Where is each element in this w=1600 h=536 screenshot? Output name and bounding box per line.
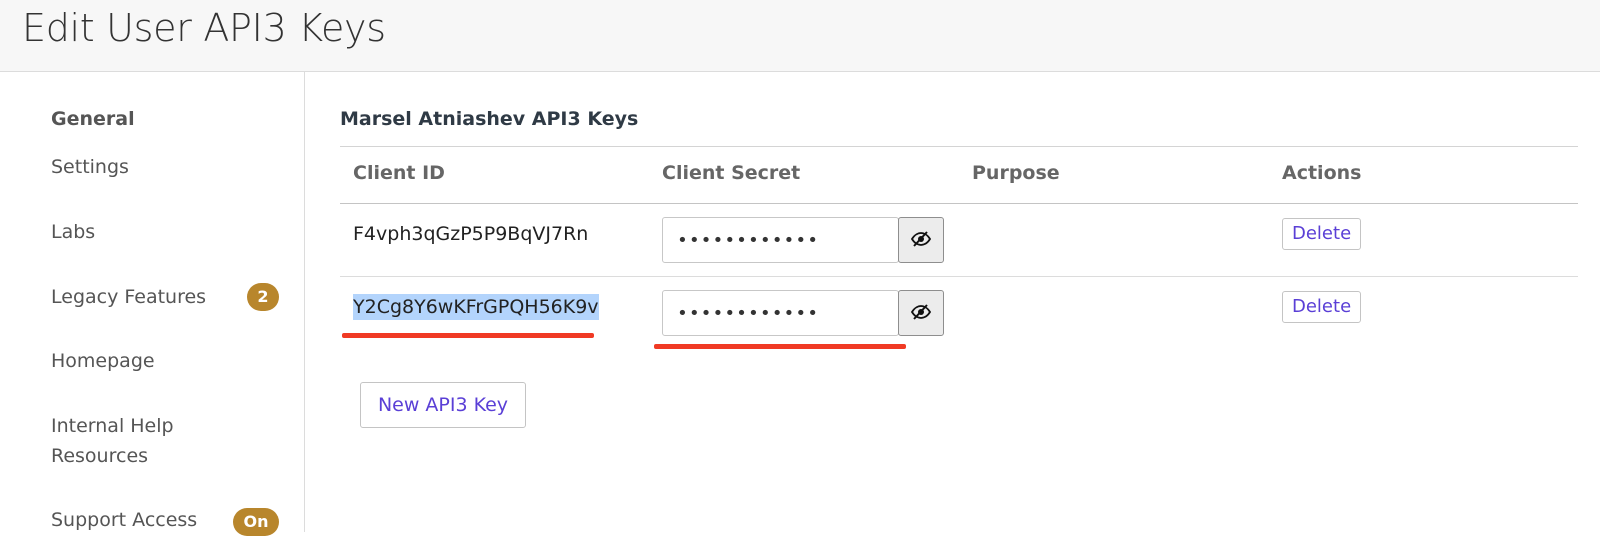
reveal-secret-button[interactable] (898, 290, 944, 336)
sidebar-item-labs[interactable]: Labs (51, 217, 291, 247)
sidebar-item-homepage[interactable]: Homepage (51, 346, 291, 376)
client-secret-field (662, 217, 944, 265)
sidebar-item-internal-help-resources[interactable]: Internal Help Resources (51, 411, 201, 471)
api-keys-table: Client ID Client Secret Purpose Actions … (340, 146, 1578, 350)
section-title: Marsel Atniashev API3 Keys (340, 108, 639, 130)
eye-slash-icon (910, 230, 932, 250)
column-header-client-secret: Client Secret (662, 162, 801, 184)
sidebar-item-label: Support Access (51, 509, 198, 531)
eye-slash-icon (910, 303, 932, 323)
sidebar-item-support-access[interactable]: Support Access On (51, 505, 291, 536)
table-row: F4vph3qGzP5P9BqVJ7Rn Delete (340, 204, 1578, 277)
client-secret-input[interactable] (662, 217, 899, 263)
count-badge: 2 (247, 283, 279, 311)
page-header: Edit User API3 Keys (0, 0, 1600, 72)
column-header-actions: Actions (1282, 162, 1362, 184)
sidebar-item-label: Internal Help Resources (51, 415, 174, 467)
column-header-client-id: Client ID (353, 162, 445, 184)
client-secret-input[interactable] (662, 290, 899, 336)
column-header-purpose: Purpose (972, 162, 1060, 184)
client-id-value[interactable]: Y2Cg8Y6wKFrGPQH56K9v (353, 294, 599, 320)
page-title: Edit User API3 Keys (22, 6, 386, 50)
sidebar-heading-general: General (51, 108, 135, 130)
client-id-value[interactable]: F4vph3qGzP5P9BqVJ7Rn (353, 221, 588, 247)
delete-button[interactable]: Delete (1282, 291, 1362, 323)
delete-button[interactable]: Delete (1282, 218, 1362, 250)
annotation-underline (654, 344, 906, 349)
sidebar: General Settings Labs Legacy Features 2 … (0, 72, 305, 536)
new-api3-key-button[interactable]: New API3 Key (360, 382, 526, 428)
sidebar-item-label: Settings (51, 156, 129, 178)
sidebar-item-label: Labs (51, 221, 96, 243)
reveal-secret-button[interactable] (898, 217, 944, 263)
sidebar-item-settings[interactable]: Settings (51, 152, 291, 182)
table-header-row: Client ID Client Secret Purpose Actions (340, 146, 1578, 204)
sidebar-item-label: Homepage (51, 350, 155, 372)
annotation-underline (342, 333, 594, 338)
sidebar-item-legacy-features[interactable]: Legacy Features 2 (51, 282, 291, 312)
table-row: Y2Cg8Y6wKFrGPQH56K9v Delete (340, 277, 1578, 350)
main-content: Marsel Atniashev API3 Keys Client ID Cli… (306, 72, 1600, 532)
sidebar-item-label: Legacy Features (51, 286, 207, 308)
client-secret-field (662, 290, 944, 338)
